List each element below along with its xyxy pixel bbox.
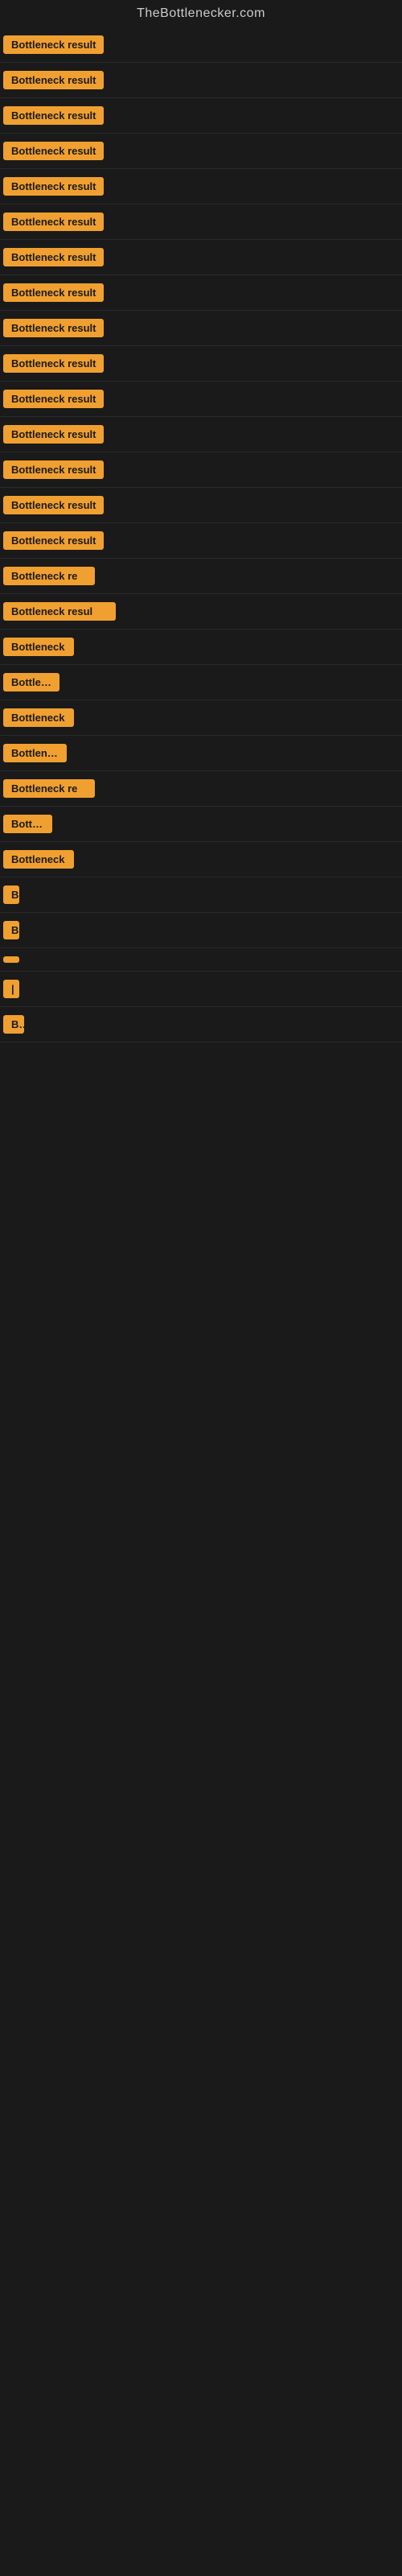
site-header: TheBottlenecker.com (0, 0, 402, 27)
bottleneck-result-badge[interactable]: Bottleneck result (3, 496, 104, 514)
bottleneck-result-badge[interactable]: Bottleneck result (3, 531, 104, 550)
bottleneck-result-badge[interactable]: Bottleneck result (3, 425, 104, 444)
bottleneck-result-badge[interactable]: Bottleneck result (3, 142, 104, 160)
result-row: Bottleneck result (0, 488, 402, 523)
result-row: Bottleneck result (0, 275, 402, 311)
bottleneck-result-badge[interactable]: | (3, 980, 19, 998)
result-row: Bottleneck result (0, 523, 402, 559)
result-row: Bottleneck re (0, 559, 402, 594)
result-row: Bottleneck (0, 842, 402, 877)
site-title: TheBottlenecker.com (0, 0, 402, 27)
result-row: Bottleneck resul (0, 594, 402, 630)
result-row: Bottleneck result (0, 63, 402, 98)
bottleneck-result-badge[interactable]: Bottleneck re (3, 567, 95, 585)
result-row: Bottleneck result (0, 346, 402, 382)
result-row: Bottleneck result (0, 27, 402, 63)
bottleneck-result-badge[interactable]: Bottleneck (3, 638, 74, 656)
bottleneck-result-badge[interactable]: Bottleneck (3, 708, 74, 727)
bottleneck-result-badge[interactable]: Bo (3, 886, 19, 904)
result-row: Bottleneck result (0, 240, 402, 275)
bottleneck-result-badge[interactable]: Bot (3, 1015, 24, 1034)
bottleneck-result-badge[interactable]: Bottleneck result (3, 71, 104, 89)
bottleneck-result-badge[interactable]: Bottleneck result (3, 390, 104, 408)
results-list: Bottleneck result Bottleneck result Bottle… (0, 27, 402, 2250)
result-row: Bottlene (0, 665, 402, 700)
bottleneck-result-badge[interactable]: Bottleneck result (3, 354, 104, 373)
bottleneck-result-badge[interactable]: Bottleneck result (3, 35, 104, 54)
bottleneck-result-badge[interactable]: Bottlenec (3, 744, 67, 762)
result-row: Bot (0, 1007, 402, 1042)
result-row: Bottleneck result (0, 452, 402, 488)
bottleneck-result-badge[interactable]: B (3, 921, 19, 939)
result-row (0, 948, 402, 972)
result-row: B (0, 913, 402, 948)
result-row: Bottleneck result (0, 311, 402, 346)
result-row: Bottleneck result (0, 204, 402, 240)
bottleneck-result-badge[interactable]: Bottleneck result (3, 283, 104, 302)
result-row: Bottleneck result (0, 417, 402, 452)
result-row: Bo (0, 877, 402, 913)
result-row: Bottlenec (0, 736, 402, 771)
result-row: Bottleneck result (0, 169, 402, 204)
result-row: Bottleneck result (0, 134, 402, 169)
bottleneck-result-badge[interactable]: Bottlene (3, 673, 59, 691)
bottleneck-result-badge[interactable]: Bottleneck result (3, 248, 104, 266)
result-row: Bottleneck (0, 630, 402, 665)
result-row: Bottlen (0, 807, 402, 842)
result-row: Bottleneck (0, 700, 402, 736)
result-row: Bottleneck re (0, 771, 402, 807)
bottleneck-result-badge[interactable]: Bottlen (3, 815, 52, 833)
bottleneck-result-badge[interactable]: Bottleneck resul (3, 602, 116, 621)
bottleneck-result-badge[interactable]: Bottleneck re (3, 779, 95, 798)
bottleneck-result-badge[interactable]: Bottleneck result (3, 213, 104, 231)
bottleneck-result-badge[interactable] (3, 956, 19, 963)
bottleneck-result-badge[interactable]: Bottleneck result (3, 460, 104, 479)
bottleneck-result-badge[interactable]: Bottleneck result (3, 106, 104, 125)
bottleneck-result-badge[interactable]: Bottleneck (3, 850, 74, 869)
result-row: Bottleneck result (0, 382, 402, 417)
bottleneck-result-badge[interactable]: Bottleneck result (3, 177, 104, 196)
result-row: Bottleneck result (0, 98, 402, 134)
result-row: | (0, 972, 402, 1007)
bottleneck-result-badge[interactable]: Bottleneck result (3, 319, 104, 337)
